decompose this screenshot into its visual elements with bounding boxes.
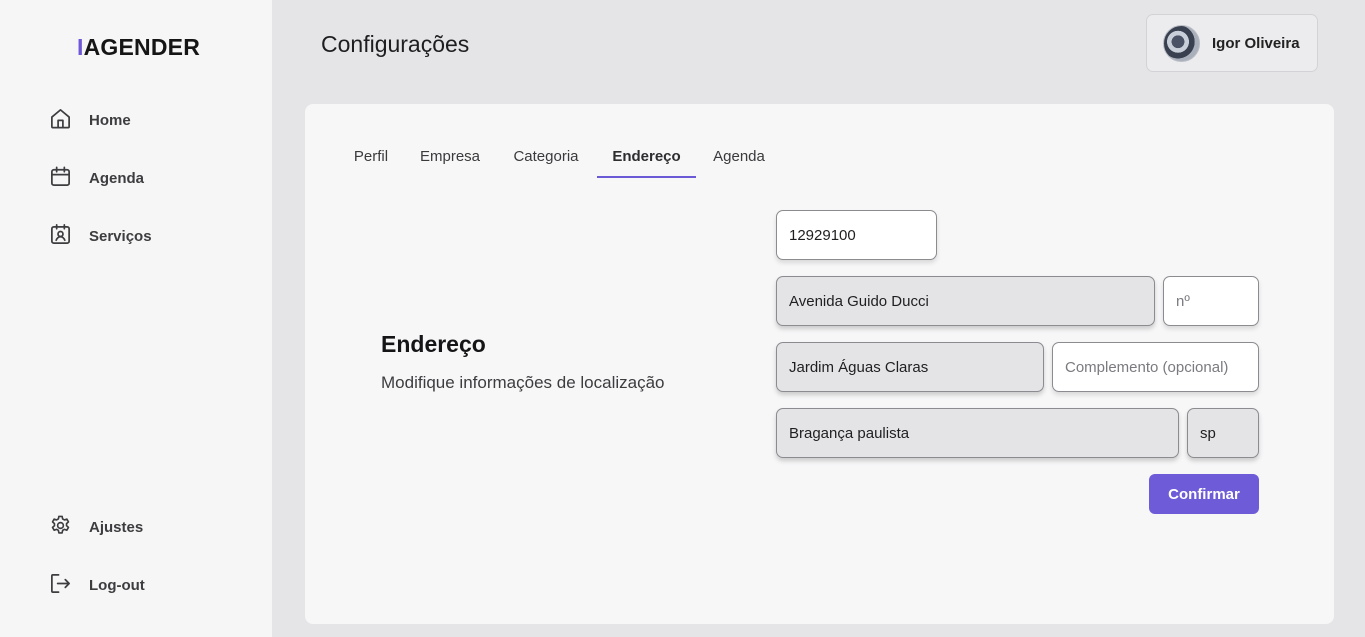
number-field[interactable]	[1163, 276, 1259, 326]
sidebar-item-label: Home	[89, 111, 131, 129]
confirm-button[interactable]: Confirmar	[1149, 474, 1259, 514]
sidebar-item-label: Log-out	[89, 576, 145, 594]
sidebar-item-label: Serviços	[89, 227, 152, 245]
sidebar-item-servicos[interactable]: Serviços	[49, 223, 152, 249]
avatar	[1163, 24, 1200, 62]
city-field[interactable]	[776, 408, 1179, 458]
sidebar: IAGENDER Home Agenda Serviços Ajustes Lo…	[0, 0, 272, 637]
sidebar-item-label: Ajustes	[89, 518, 144, 536]
state-field[interactable]	[1187, 408, 1259, 458]
user-name: Igor Oliveira	[1212, 34, 1300, 52]
home-icon	[49, 107, 72, 134]
calendar-icon	[49, 165, 72, 192]
app-logo[interactable]: IAGENDER	[77, 34, 200, 61]
logo-text: AGENDER	[83, 34, 201, 60]
logo-bar: I	[77, 34, 84, 60]
gear-icon	[49, 514, 72, 541]
tab-agenda[interactable]: Agenda	[711, 140, 767, 178]
sidebar-item-logout[interactable]: Log-out	[49, 572, 145, 598]
tab-endereco[interactable]: Endereço	[597, 140, 696, 178]
complement-field[interactable]	[1052, 342, 1259, 392]
section-title: Endereço	[381, 331, 486, 357]
sidebar-item-label: Agenda	[89, 169, 145, 187]
tab-categoria[interactable]: Categoria	[511, 140, 581, 178]
cep-field[interactable]	[776, 210, 937, 260]
tab-perfil[interactable]: Perfil	[353, 140, 389, 178]
sidebar-item-home[interactable]: Home	[49, 107, 131, 133]
neighborhood-field[interactable]	[776, 342, 1044, 392]
contact-card-icon	[49, 223, 72, 250]
tab-empresa[interactable]: Empresa	[419, 140, 481, 178]
street-field[interactable]	[776, 276, 1155, 326]
user-menu-button[interactable]: Igor Oliveira	[1146, 14, 1318, 72]
page-title: Configurações	[321, 31, 470, 57]
logout-icon	[49, 572, 72, 599]
sidebar-item-ajustes[interactable]: Ajustes	[49, 514, 143, 540]
sidebar-item-agenda[interactable]: Agenda	[49, 165, 144, 191]
section-description: Modifique informações de localização	[381, 373, 665, 392]
